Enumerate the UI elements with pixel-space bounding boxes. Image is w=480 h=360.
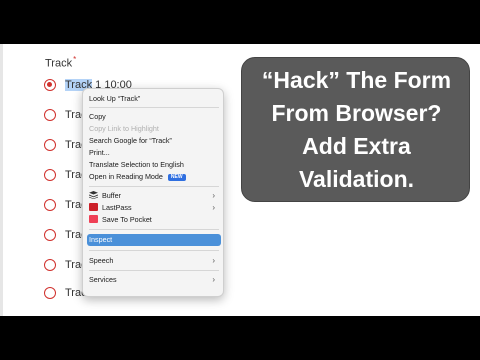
overlay-line-3: Add Extra (302, 133, 411, 159)
page-left-border (0, 44, 3, 316)
overlay-line-4: Validation. (298, 166, 415, 192)
lastpass-label: LastPass (102, 203, 132, 212)
menu-separator (89, 186, 219, 187)
menu-item-speech[interactable]: Speech › (87, 255, 221, 267)
reading-mode-label: Open in Reading Mode (89, 172, 163, 181)
menu-separator (89, 107, 219, 108)
menu-item-translate[interactable]: Translate Selection to English (87, 159, 221, 171)
field-label: Track* (45, 55, 76, 70)
overlay-line-2: From Browser? (271, 100, 442, 126)
radio-button[interactable] (44, 287, 56, 299)
menu-item-services[interactable]: Services › (87, 274, 221, 286)
chevron-right-icon: › (212, 203, 215, 212)
overlay-title: “Hack” The Form From Browser? Add Extra … (242, 64, 471, 196)
new-badge: NEW (167, 174, 186, 181)
menu-item-copy-link: Copy Link to Highlight (89, 124, 159, 133)
buffer-icon (89, 191, 98, 199)
overlay-line-1: “Hack” The Form (261, 67, 452, 93)
menu-item-copy[interactable]: Copy (87, 111, 221, 123)
speech-label: Speech (89, 256, 114, 265)
menu-item-search-google[interactable]: Search Google for “Track” (87, 135, 221, 147)
menu-item-reading-mode[interactable]: Open in Reading Mode NEW (87, 171, 221, 183)
chevron-right-icon: › (212, 191, 215, 200)
letterbox-top (0, 0, 480, 44)
chevron-right-icon: › (212, 275, 215, 284)
radio-button[interactable] (44, 169, 56, 181)
pocket-label: Save To Pocket (102, 215, 152, 224)
menu-separator (89, 270, 219, 271)
menu-item-look-up[interactable]: Look Up “Track” (87, 93, 221, 105)
buffer-label: Buffer (102, 191, 122, 200)
context-menu: Look Up “Track” Copy Copy Link to Highli… (82, 88, 224, 297)
pocket-icon (89, 215, 98, 223)
field-label-text: Track (45, 57, 73, 70)
menu-separator (89, 250, 219, 251)
menu-item-lastpass[interactable]: LastPass › (87, 202, 221, 214)
radio-button[interactable] (44, 139, 56, 151)
radio-button[interactable] (44, 259, 56, 271)
services-label: Services (89, 275, 117, 284)
radio-button-checked[interactable] (44, 79, 56, 91)
title-overlay: “Hack” The Form From Browser? Add Extra … (241, 57, 470, 202)
radio-button[interactable] (44, 229, 56, 241)
radio-button[interactable] (44, 109, 56, 121)
chevron-right-icon: › (212, 256, 215, 265)
menu-item-buffer[interactable]: Buffer › (87, 190, 221, 202)
letterbox-bottom (0, 316, 480, 360)
radio-button[interactable] (44, 199, 56, 211)
menu-item-inspect[interactable]: Inspect (87, 234, 221, 246)
menu-item-pocket[interactable]: Save To Pocket (87, 214, 221, 226)
required-mark: * (73, 55, 77, 64)
lastpass-icon (89, 203, 98, 211)
menu-separator (89, 229, 219, 230)
menu-item-print[interactable]: Print... (87, 147, 221, 159)
